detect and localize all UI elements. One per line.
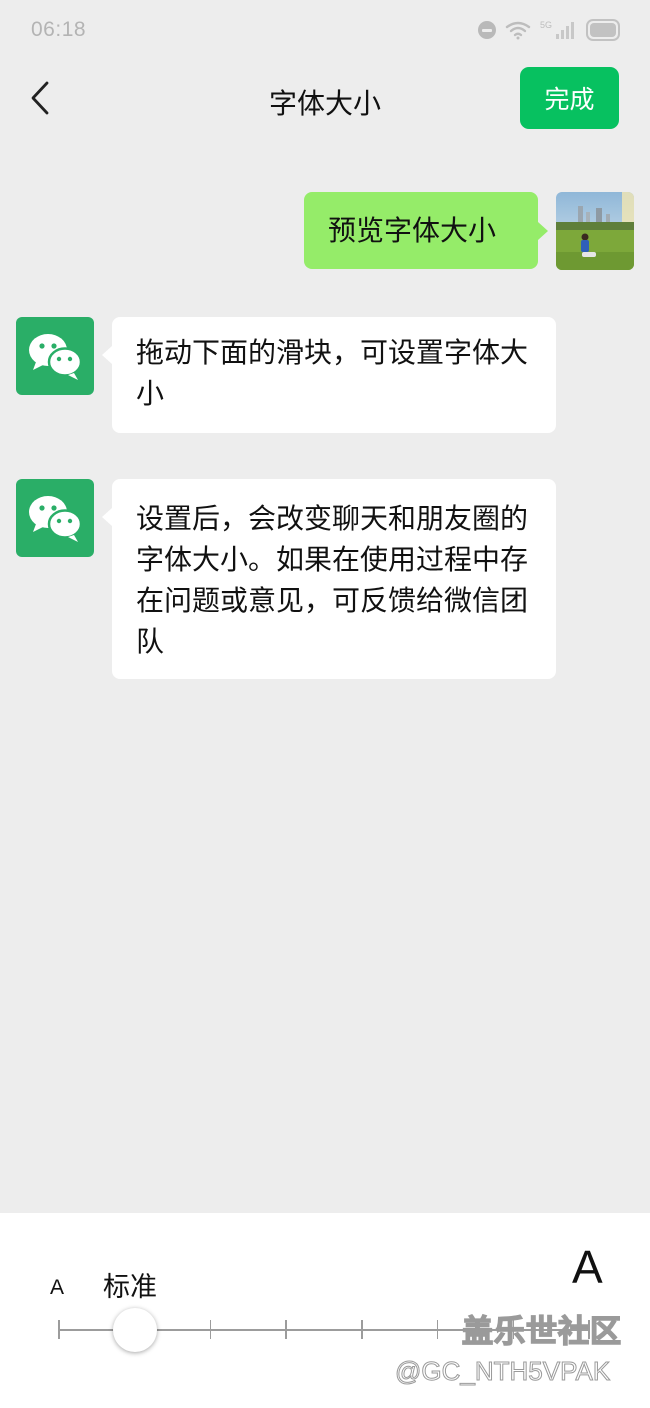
- message-text: 拖动下面的滑块，可设置字体大小: [136, 336, 529, 410]
- slider-tick[interactable]: [285, 1320, 287, 1339]
- slider-tick[interactable]: [209, 1320, 212, 1339]
- done-button[interactable]: 完成: [520, 67, 619, 129]
- slider-tick[interactable]: [361, 1320, 363, 1339]
- nav-bar: 字体大小 完成: [0, 62, 650, 138]
- slider-handle[interactable]: [112, 1308, 157, 1352]
- wechat-avatar[interactable]: [16, 479, 94, 557]
- small-font-label: A: [50, 1276, 65, 1299]
- bubble-tail: [102, 346, 112, 364]
- bubble-tail: [102, 508, 112, 526]
- message-text: 预览字体大小: [328, 214, 497, 247]
- photo-avatar[interactable]: [556, 192, 634, 270]
- wechat-logo-icon: [29, 334, 83, 380]
- battery-icon: [586, 19, 620, 41]
- large-font-label: A: [572, 1241, 603, 1293]
- slider-tick[interactable]: [58, 1320, 60, 1339]
- bubble-tail: [538, 222, 548, 240]
- current-size-label: 标准: [103, 1272, 157, 1303]
- watermark-user-id: @GC_NTH5VPAK: [394, 1356, 611, 1387]
- do-not-disturb-icon: [477, 21, 496, 39]
- my-message-bubble[interactable]: 预览字体大小: [304, 192, 538, 269]
- wechat-logo-icon: [29, 496, 83, 542]
- signal-icon: [556, 22, 574, 39]
- network-type-label: 5G: [539, 20, 552, 30]
- wechat-message-bubble[interactable]: 设置后，会改变聊天和朋友圈的字体大小。如果在使用过程中存在问题或意见，可反馈给微…: [112, 479, 556, 679]
- status-icons: 5G: [477, 17, 620, 43]
- status-time: 06:18: [31, 18, 87, 41]
- wechat-message-bubble[interactable]: 拖动下面的滑块，可设置字体大小: [112, 317, 556, 433]
- message-text: 设置后，会改变聊天和朋友圈的字体大小。如果在使用过程中存在问题或意见，可反馈给微…: [136, 502, 529, 658]
- watermark-site-name: 盖乐世社区: [461, 1313, 622, 1351]
- status-bar: 06:18 5G: [0, 0, 650, 60]
- slider-tick[interactable]: [436, 1320, 439, 1339]
- landscape-photo-icon: [556, 192, 634, 270]
- wechat-avatar[interactable]: [16, 317, 94, 395]
- wifi-icon: [505, 21, 531, 40]
